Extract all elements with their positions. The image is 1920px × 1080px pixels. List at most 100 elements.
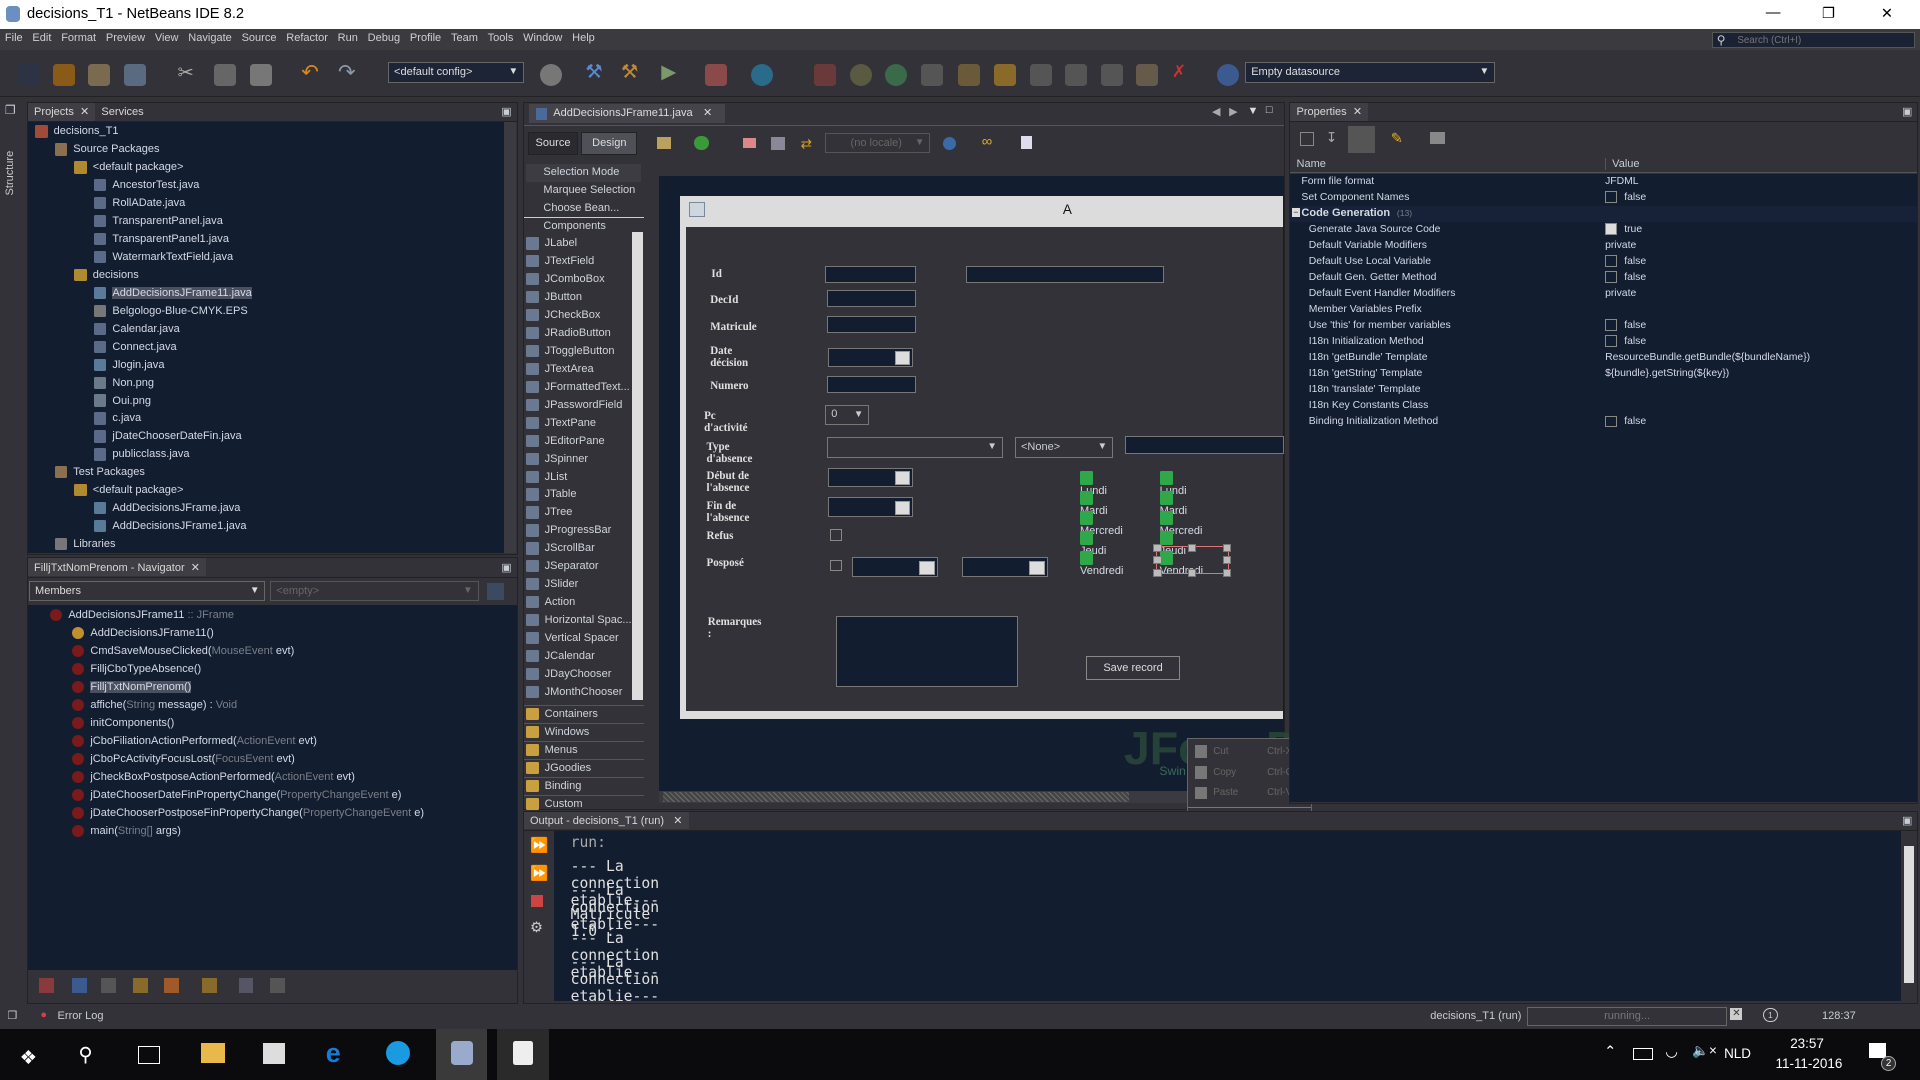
edge-icon[interactable]: e bbox=[326, 1038, 341, 1069]
tree-item[interactable]: publicclass.java bbox=[94, 446, 190, 463]
run-icon[interactable]: ▶ bbox=[661, 60, 683, 83]
refus-checkbox[interactable] bbox=[830, 528, 842, 541]
palette-category[interactable]: Windows bbox=[523, 723, 644, 741]
calendar-icon[interactable] bbox=[894, 351, 911, 366]
secondary-filter-combo[interactable]: <empty> ▼ bbox=[270, 581, 479, 601]
palette-component[interactable]: JProgressBar bbox=[526, 522, 611, 540]
tab-navigator[interactable]: FilljTxtNomPrenom - Navigator ✕ bbox=[27, 558, 207, 577]
palette-component[interactable]: JMonthChooser bbox=[526, 684, 622, 702]
profile-icon[interactable] bbox=[750, 63, 773, 86]
config-combo[interactable]: <default config> ▼ bbox=[388, 62, 525, 84]
palette-component[interactable]: Vertical Spacer bbox=[526, 630, 619, 648]
property-value[interactable]: false bbox=[1605, 318, 1646, 334]
datasource-combo[interactable]: Empty datasource ▼ bbox=[1245, 62, 1496, 84]
property-row[interactable]: I18n Key Constants Class bbox=[1290, 398, 1917, 414]
save-record-button[interactable]: Save record bbox=[1086, 656, 1180, 681]
postpose-checkbox[interactable] bbox=[830, 559, 842, 572]
property-value[interactable]: private bbox=[1605, 286, 1636, 302]
id-field[interactable] bbox=[825, 265, 916, 283]
matricule-field[interactable] bbox=[826, 315, 916, 334]
tree-item[interactable]: AddDecisionsJFrame.java bbox=[94, 500, 240, 517]
tree-item[interactable]: Calendar.java bbox=[94, 321, 180, 338]
project-tree-scrollbar[interactable] bbox=[504, 122, 517, 554]
calendar-icon[interactable] bbox=[919, 560, 935, 575]
close-icon[interactable]: ✕ bbox=[191, 562, 200, 574]
tree-item[interactable]: Belgologo-Blue-CMYK.EPS bbox=[94, 303, 248, 320]
menu-view[interactable]: View bbox=[150, 29, 183, 46]
palette-component[interactable]: JCheckBox bbox=[526, 307, 600, 325]
palette-component[interactable]: JTextArea bbox=[526, 361, 594, 379]
close-icon[interactable]: ✕ bbox=[673, 815, 682, 827]
screenshot-icon[interactable] bbox=[1136, 63, 1159, 86]
fin-absence-chooser[interactable] bbox=[827, 497, 914, 517]
menu-debug[interactable]: Debug bbox=[363, 29, 405, 46]
store-icon[interactable] bbox=[263, 1043, 286, 1065]
close-icon[interactable]: ✕ bbox=[703, 107, 712, 119]
property-row[interactable]: Form file format JFDML bbox=[1290, 174, 1917, 190]
postpose-start-chooser[interactable] bbox=[852, 557, 938, 577]
property-row[interactable]: I18n 'translate' Template bbox=[1290, 382, 1917, 398]
build-icon[interactable]: ⚒ bbox=[585, 60, 607, 83]
start-button[interactable]: ❖ bbox=[20, 1046, 38, 1070]
member-item[interactable]: main(String[] args) bbox=[72, 823, 181, 840]
member-item[interactable]: AddDecisionsJFrame11() bbox=[72, 625, 214, 642]
language-indicator[interactable]: NLD bbox=[1724, 1046, 1751, 1061]
step-into-icon[interactable] bbox=[957, 63, 980, 86]
tree-item[interactable]: Test Packages bbox=[54, 464, 145, 481]
menu-team[interactable]: Team bbox=[446, 29, 483, 46]
paste-icon[interactable] bbox=[249, 63, 272, 86]
property-value[interactable]: JFDML bbox=[1605, 174, 1638, 190]
save-all-icon[interactable] bbox=[123, 63, 146, 86]
property-row[interactable]: Member Variables Prefix bbox=[1290, 302, 1917, 318]
menu-profile[interactable]: Profile bbox=[405, 29, 446, 46]
close-button[interactable]: ✕ bbox=[1881, 5, 1893, 22]
palette-component[interactable]: JLabel bbox=[526, 235, 577, 253]
palette-component[interactable]: Action bbox=[526, 594, 575, 612]
tree-item[interactable]: decisions_T1 bbox=[35, 123, 119, 140]
locale-combo[interactable]: (no locale) ▼ bbox=[825, 133, 931, 153]
minimize-panel-icon[interactable]: ▣ bbox=[1902, 814, 1912, 827]
tree-item[interactable]: c.java bbox=[94, 410, 141, 427]
tab-services[interactable]: Services bbox=[95, 104, 149, 121]
tree-item[interactable]: Jlogin.java bbox=[94, 357, 164, 374]
id-extra-field[interactable] bbox=[966, 265, 1165, 283]
restore-button[interactable]: ❐ bbox=[1822, 5, 1835, 22]
structure-side-tab[interactable]: Structure bbox=[4, 122, 21, 196]
show-fields-icon[interactable] bbox=[72, 978, 87, 993]
member-item[interactable]: affiche(String message) : Void bbox=[72, 697, 237, 714]
customize-icon[interactable]: ✎ bbox=[1391, 130, 1403, 147]
take-snapshot-icon[interactable] bbox=[1100, 63, 1123, 86]
cut-icon[interactable]: ✂ bbox=[178, 61, 200, 84]
member-item[interactable]: AddDecisionsJFrame11 :: JFrame bbox=[49, 607, 234, 624]
type-extra-field[interactable] bbox=[1125, 435, 1285, 455]
menu-preview[interactable]: Preview bbox=[101, 29, 150, 46]
menu-navigate[interactable]: Navigate bbox=[183, 29, 236, 46]
sort-by-source-icon[interactable] bbox=[238, 978, 254, 993]
member-item[interactable]: jDateChooserPostposeFinPropertyChange(Pr… bbox=[72, 805, 424, 822]
property-row[interactable]: I18n 'getString' Template ${bundle}.getSt… bbox=[1290, 366, 1917, 382]
tree-item[interactable]: Source Packages bbox=[54, 141, 160, 158]
tree-item[interactable]: AddDecisionsJFrame11.java bbox=[94, 285, 252, 302]
member-item[interactable]: jCheckBoxPostposeActionPerformed(ActionE… bbox=[72, 769, 355, 786]
member-item[interactable]: jCboPcActivityFocusLost(FocusEvent evt) bbox=[72, 751, 295, 768]
palette-component[interactable]: JSlider bbox=[526, 576, 578, 594]
run-to-cursor-icon[interactable] bbox=[1029, 63, 1052, 86]
wifi-icon[interactable]: ◡ bbox=[1665, 1043, 1678, 1060]
property-row[interactable]: I18n Initialization Method false bbox=[1290, 334, 1917, 350]
browser-icon[interactable] bbox=[540, 63, 563, 86]
continue-icon[interactable] bbox=[885, 63, 908, 86]
netbeans-taskbar-button[interactable] bbox=[435, 1028, 488, 1080]
file-explorer-icon[interactable] bbox=[200, 1043, 226, 1063]
checkbox-unchecked[interactable] bbox=[1605, 335, 1617, 348]
property-value[interactable]: false bbox=[1605, 190, 1646, 206]
decid-field[interactable] bbox=[826, 290, 916, 308]
design-tab[interactable]: Design bbox=[581, 132, 638, 155]
copy-icon[interactable] bbox=[214, 63, 237, 86]
menu-file[interactable]: File bbox=[0, 29, 28, 46]
property-value[interactable]: private bbox=[1605, 238, 1636, 254]
sort-by-category-icon[interactable]: ↧ bbox=[1326, 130, 1337, 146]
notifications-icon[interactable]: 1 bbox=[1763, 1007, 1778, 1022]
member-item[interactable]: CmdSaveMouseClicked(MouseEvent evt) bbox=[72, 643, 294, 660]
show-non-public-icon[interactable] bbox=[133, 978, 148, 993]
scrollbar-thumb[interactable] bbox=[1903, 845, 1914, 984]
